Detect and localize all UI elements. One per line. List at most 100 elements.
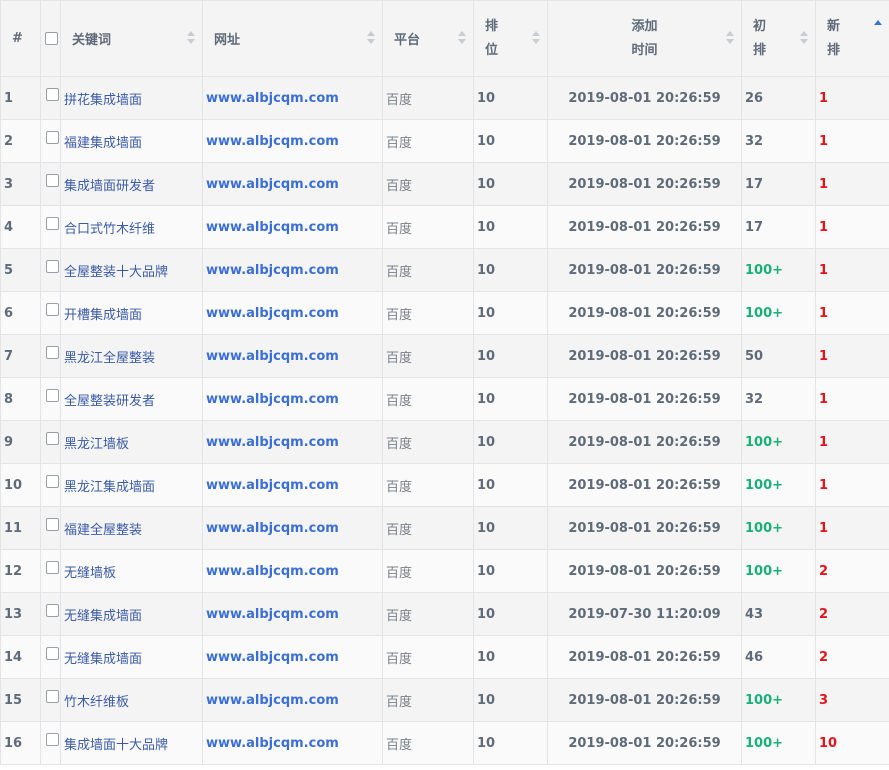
- col-index-header[interactable]: #: [0, 0, 41, 77]
- keyword-cell: 黑龙江集成墙面: [60, 463, 203, 507]
- table-row: 12 无缝墙板 www.albjcqm.com 百度 10 2019-08-01 20:2…: [0, 549, 889, 593]
- table-row: 2 福建集成墙面 www.albjcqm.com 百度 10 2019-08-01 20:…: [0, 119, 889, 163]
- col-url-header[interactable]: 网址: [202, 0, 383, 77]
- keyword-link[interactable]: 福建集成墙面: [64, 136, 142, 151]
- row-index: 5: [4, 262, 14, 278]
- row-checkbox[interactable]: [46, 517, 59, 531]
- keyword-link[interactable]: 全屋整装十大品牌: [64, 265, 168, 280]
- keyword-link[interactable]: 黑龙江墙板: [64, 437, 129, 452]
- keyword-link[interactable]: 全屋整装研发者: [64, 394, 155, 409]
- url-link[interactable]: www.albjcqm.com: [206, 478, 339, 493]
- row-select-cell: [40, 420, 61, 464]
- row-checkbox[interactable]: [46, 732, 59, 746]
- row-checkbox[interactable]: [46, 431, 59, 445]
- sort-ascending-icon[interactable]: [874, 20, 882, 36]
- sort-icon[interactable]: [458, 30, 466, 47]
- keyword-link[interactable]: 竹木纤维板: [64, 695, 129, 710]
- rank-value: 10: [477, 692, 496, 708]
- col-rank-header[interactable]: 排 位: [473, 0, 548, 77]
- keyword-link[interactable]: 福建全屋整装: [64, 523, 142, 538]
- added-time-value: 2019-08-01 20:26:59: [568, 477, 721, 493]
- url-link[interactable]: www.albjcqm.com: [206, 91, 339, 106]
- url-link[interactable]: www.albjcqm.com: [206, 435, 339, 450]
- rank-value: 10: [477, 391, 496, 407]
- new-rank-value: 1: [819, 477, 829, 493]
- url-link[interactable]: www.albjcqm.com: [206, 521, 339, 536]
- col-keyword-header[interactable]: 关键词: [60, 0, 203, 77]
- sort-icon[interactable]: [726, 30, 734, 47]
- platform-text: 百度: [386, 522, 413, 538]
- new-rank-value: 2: [819, 563, 829, 579]
- url-link[interactable]: www.albjcqm.com: [206, 693, 339, 708]
- sort-icon[interactable]: [532, 30, 540, 47]
- col-platform-header[interactable]: 平台: [382, 0, 474, 77]
- keyword-link[interactable]: 无缝集成墙面: [64, 652, 142, 667]
- row-checkbox[interactable]: [46, 560, 59, 574]
- row-checkbox[interactable]: [46, 474, 59, 488]
- row-checkbox[interactable]: [46, 689, 59, 703]
- row-checkbox[interactable]: [46, 216, 59, 230]
- url-cell: www.albjcqm.com: [202, 377, 383, 421]
- platform-text: 百度: [386, 264, 413, 280]
- keyword-link[interactable]: 开槽集成墙面: [64, 308, 142, 323]
- row-index: 8: [4, 391, 14, 407]
- url-link[interactable]: www.albjcqm.com: [206, 564, 339, 579]
- keyword-link[interactable]: 合口式竹木纤维: [64, 222, 155, 237]
- select-all-checkbox[interactable]: [45, 32, 58, 45]
- col-new-rank-header[interactable]: 新 排: [815, 0, 889, 77]
- url-cell: www.albjcqm.com: [202, 721, 383, 765]
- keyword-link[interactable]: 无缝墙板: [64, 566, 116, 581]
- row-index-cell: 10: [0, 463, 41, 507]
- url-link[interactable]: www.albjcqm.com: [206, 306, 339, 321]
- row-checkbox[interactable]: [46, 603, 59, 617]
- row-checkbox[interactable]: [46, 87, 59, 101]
- keyword-link[interactable]: 黑龙江集成墙面: [64, 480, 155, 495]
- row-checkbox[interactable]: [46, 173, 59, 187]
- table-row: 4 合口式竹木纤维 www.albjcqm.com 百度 10 2019-08-01 20…: [0, 205, 889, 249]
- platform-cell: 百度: [382, 506, 474, 550]
- rank-cell: 10: [473, 377, 548, 421]
- rank-cell: 10: [473, 420, 548, 464]
- keyword-rank-table: # 关键词 网址 平台 排 位 添加 时间 初 排 新 排 1 拼花集成墙面 w…: [0, 0, 889, 765]
- url-link[interactable]: www.albjcqm.com: [206, 650, 339, 665]
- url-link[interactable]: www.albjcqm.com: [206, 263, 339, 278]
- initial-rank-cell: 100+: [741, 291, 816, 335]
- row-checkbox[interactable]: [46, 302, 59, 316]
- url-link[interactable]: www.albjcqm.com: [206, 134, 339, 149]
- url-link[interactable]: www.albjcqm.com: [206, 736, 339, 751]
- keyword-link[interactable]: 集成墙面十大品牌: [64, 738, 168, 753]
- added-time-value: 2019-07-30 11:20:09: [568, 606, 721, 622]
- url-cell: www.albjcqm.com: [202, 291, 383, 335]
- row-checkbox[interactable]: [46, 259, 59, 273]
- keyword-link[interactable]: 集成墙面研发者: [64, 179, 155, 194]
- row-select-cell: [40, 506, 61, 550]
- added-time-value: 2019-08-01 20:26:59: [568, 692, 721, 708]
- row-checkbox[interactable]: [46, 130, 59, 144]
- keyword-link[interactable]: 无缝集成墙面: [64, 609, 142, 624]
- url-link[interactable]: www.albjcqm.com: [206, 177, 339, 192]
- platform-cell: 百度: [382, 76, 474, 120]
- row-select-cell: [40, 592, 61, 636]
- platform-cell: 百度: [382, 334, 474, 378]
- initial-rank-value: 46: [745, 649, 764, 665]
- url-cell: www.albjcqm.com: [202, 506, 383, 550]
- url-link[interactable]: www.albjcqm.com: [206, 607, 339, 622]
- new-rank-cell: 1: [815, 248, 889, 292]
- row-checkbox[interactable]: [46, 646, 59, 660]
- col-added-time-header[interactable]: 添加 时间: [547, 0, 742, 77]
- row-checkbox[interactable]: [46, 345, 59, 359]
- added-time-cell: 2019-08-01 20:26:59: [547, 162, 742, 206]
- url-link[interactable]: www.albjcqm.com: [206, 220, 339, 235]
- row-index-cell: 5: [0, 248, 41, 292]
- url-link[interactable]: www.albjcqm.com: [206, 392, 339, 407]
- sort-icon[interactable]: [800, 30, 808, 47]
- url-link[interactable]: www.albjcqm.com: [206, 349, 339, 364]
- row-index: 10: [4, 477, 23, 493]
- keyword-link[interactable]: 黑龙江全屋整装: [64, 351, 155, 366]
- platform-cell: 百度: [382, 635, 474, 679]
- sort-icon[interactable]: [187, 30, 195, 47]
- col-initial-rank-header[interactable]: 初 排: [741, 0, 816, 77]
- keyword-link[interactable]: 拼花集成墙面: [64, 93, 142, 108]
- sort-icon[interactable]: [367, 30, 375, 47]
- row-checkbox[interactable]: [46, 388, 59, 402]
